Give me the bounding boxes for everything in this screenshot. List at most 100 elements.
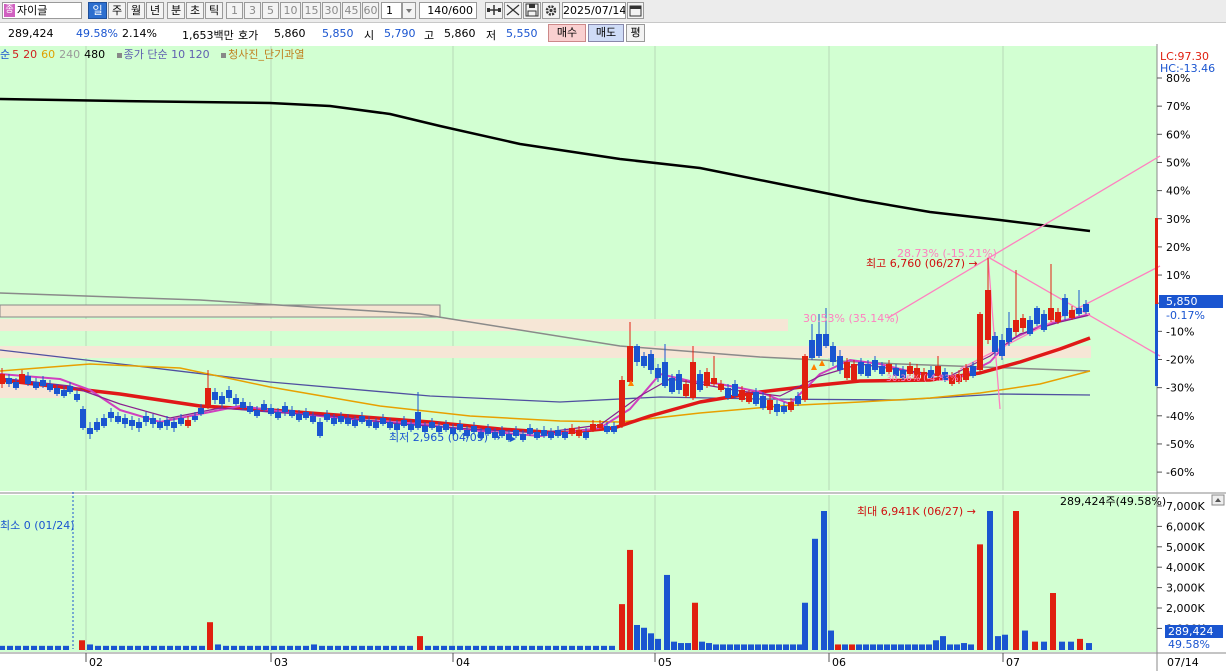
candle-body xyxy=(655,368,661,378)
sell-button[interactable]: 매도 xyxy=(588,24,624,42)
period-year-tab[interactable]: 년 xyxy=(146,2,164,19)
candle-body xyxy=(0,374,5,384)
candle-body xyxy=(527,428,533,434)
candle-body xyxy=(865,364,871,376)
period-second-tab[interactable]: 초 xyxy=(186,2,204,19)
volume-bar xyxy=(849,644,855,650)
period-tick-tab[interactable]: 틱 xyxy=(205,2,223,19)
candle-body xyxy=(443,424,449,430)
volume-bar xyxy=(489,645,495,650)
volume-bar xyxy=(505,645,511,650)
candle-body xyxy=(47,384,53,390)
display-count-input[interactable]: 140/600 xyxy=(419,2,477,19)
interval-15-button[interactable]: 15 xyxy=(302,2,321,19)
calendar-button[interactable] xyxy=(627,2,644,19)
volume-tick-label: 5,000K xyxy=(1166,541,1205,554)
candle-body xyxy=(711,378,717,384)
candle-body xyxy=(101,418,107,426)
save-button[interactable] xyxy=(523,2,541,19)
volume-bar xyxy=(295,645,301,650)
candle-body xyxy=(275,412,281,418)
volume-bar xyxy=(31,645,37,650)
volume-bar xyxy=(877,644,883,650)
volume-bar xyxy=(359,645,365,650)
candle-body xyxy=(718,384,724,390)
price-tick-label: -60% xyxy=(1166,466,1194,479)
interval-3-button[interactable]: 3 xyxy=(244,2,261,19)
volume-bar xyxy=(191,645,197,650)
ma-legend-item: 20 xyxy=(23,48,38,61)
candle-body xyxy=(548,432,554,438)
price-tick-label: -50% xyxy=(1166,438,1194,451)
candle-body xyxy=(555,430,561,436)
period-day-tab[interactable]: 일 xyxy=(88,2,107,19)
volume-bar xyxy=(593,645,599,650)
candle-body xyxy=(690,362,696,398)
candle-body xyxy=(401,420,407,426)
volume-bar xyxy=(143,645,149,650)
interval-10-button[interactable]: 10 xyxy=(280,2,301,19)
candle-body xyxy=(541,430,547,436)
interval-5-button[interactable]: 5 xyxy=(262,2,279,19)
volume-bar xyxy=(1077,638,1083,650)
resistance-zone xyxy=(0,319,788,331)
volume-bar xyxy=(685,643,691,650)
candle-body xyxy=(597,424,603,428)
price-tick-label: -40% xyxy=(1166,410,1194,423)
volume-bar xyxy=(720,644,726,650)
period-month-tab[interactable]: 월 xyxy=(127,2,145,19)
volume-bar xyxy=(407,645,413,650)
volume-bar xyxy=(954,644,960,650)
candle-body xyxy=(562,432,568,438)
volume-bar xyxy=(748,644,754,650)
buy-button[interactable]: 매수 xyxy=(548,24,586,42)
month-label: 02 xyxy=(89,656,103,669)
candle-body xyxy=(387,422,393,428)
interval-30-button[interactable]: 30 xyxy=(322,2,341,19)
candle-body xyxy=(1062,298,1068,316)
volume-bar xyxy=(655,638,661,650)
volume-bar xyxy=(231,645,237,650)
stock-chart[interactable]: 02030405060780%70%60%50%40%30%20%10%0%-1… xyxy=(0,44,1226,671)
period-minute-tab[interactable]: 분 xyxy=(167,2,185,19)
volume-bar xyxy=(247,645,253,650)
settings-button[interactable] xyxy=(542,2,560,19)
volume-bar xyxy=(399,645,405,650)
interval-45-button[interactable]: 45 xyxy=(342,2,361,19)
candle-body xyxy=(520,434,526,440)
volume-bar xyxy=(898,644,904,650)
bullet-icon xyxy=(116,52,122,58)
price-tick-label: 20% xyxy=(1166,241,1190,254)
volume-bar xyxy=(465,645,471,650)
unit-dropdown-button[interactable] xyxy=(402,2,416,19)
trade-amount: 1,653백만 xyxy=(182,29,234,42)
zoom-in-button[interactable] xyxy=(485,2,503,19)
volume-badge-pct: 49.58% xyxy=(1168,638,1210,651)
hc-label: HC:-13.46 xyxy=(1160,62,1215,75)
chevron-down-icon xyxy=(406,9,412,13)
candle-body xyxy=(809,340,815,358)
zoom-out-button[interactable] xyxy=(504,2,522,19)
candle-body xyxy=(171,422,177,428)
price-tick-label: -30% xyxy=(1166,382,1194,395)
volume-bar xyxy=(835,644,841,650)
candle-body xyxy=(590,424,596,430)
interval-60-button[interactable]: 60 xyxy=(362,2,379,19)
volume-bar xyxy=(802,602,808,650)
volume-bar xyxy=(762,644,768,650)
unit-input[interactable]: 1 xyxy=(381,2,402,19)
average-price-button[interactable]: 평 xyxy=(626,24,645,42)
candle-body xyxy=(732,384,738,396)
candle-body xyxy=(669,378,675,392)
volume-bar xyxy=(863,644,869,650)
small-pct-label: 30.36% (-4.83%) xyxy=(886,374,962,384)
candle-body xyxy=(164,420,170,426)
stock-selector[interactable]: 종 자이글 xyxy=(2,2,82,19)
ma-legend: 5 20 60 240 480 xyxy=(12,48,109,61)
interval-1-button[interactable]: 1 xyxy=(226,2,243,19)
high-label: 고 xyxy=(424,29,435,42)
candle-body xyxy=(150,418,156,424)
today-range-up xyxy=(1155,218,1158,304)
date-input[interactable]: 2025/07/14 xyxy=(562,2,626,19)
period-week-tab[interactable]: 주 xyxy=(108,2,126,19)
